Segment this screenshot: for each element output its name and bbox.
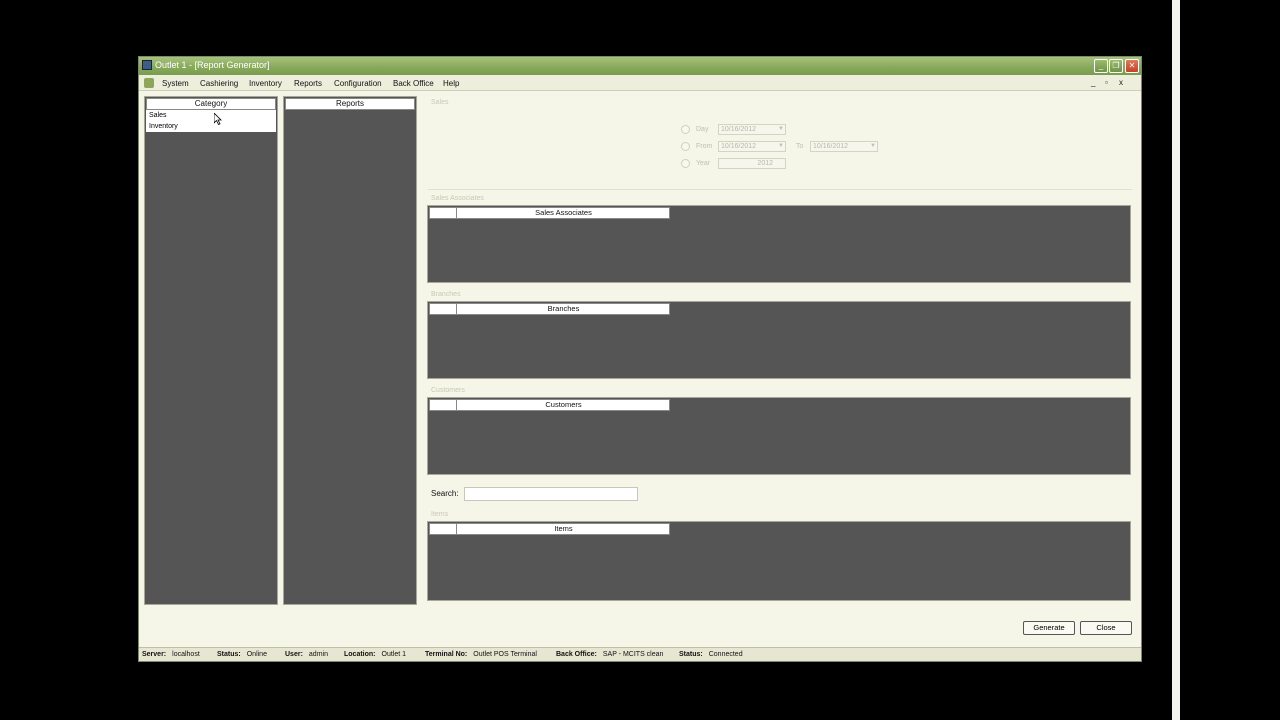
customers-group-label: Customers (431, 387, 465, 394)
items-group-label: Items (431, 511, 449, 518)
day-date-picker[interactable]: 10/16/2012 ▼ (718, 124, 786, 135)
status-bar: Server: localhost Status: Online User: admi… (139, 647, 1141, 661)
year-value: 2012 (757, 160, 773, 167)
connection-value: Connected (708, 651, 743, 658)
menu-configuration[interactable]: Configuration (334, 79, 382, 88)
status-user: User: admin (285, 651, 328, 658)
status-server: Server: localhost (142, 651, 200, 658)
sales-associates-grid[interactable]: Sales Associates (427, 205, 1131, 283)
to-date-picker[interactable]: 10/16/2012 ▼ (810, 141, 878, 152)
customers-grid[interactable]: Customers (427, 397, 1131, 475)
category-list: Sales Inventory (146, 110, 276, 132)
items-column-header[interactable]: Items (458, 524, 669, 534)
chevron-down-icon: ▼ (870, 143, 876, 149)
row-selector-header (430, 524, 457, 534)
year-radio[interactable] (681, 159, 690, 168)
user-value: admin (308, 651, 328, 658)
day-radio[interactable] (681, 125, 690, 134)
menu-inventory[interactable]: Inventory (249, 79, 282, 88)
server-label: Server: (142, 651, 167, 658)
status-value: Online (246, 651, 267, 658)
menu-cashiering[interactable]: Cashiering (200, 79, 238, 88)
year-stepper[interactable]: 2012 (718, 158, 786, 169)
app-icon (142, 60, 152, 70)
category-panel: Category Sales Inventory (144, 96, 278, 605)
server-value: localhost (172, 651, 200, 658)
day-date-value: 10/16/2012 (721, 126, 757, 133)
category-item-inventory[interactable]: Inventory (146, 121, 276, 132)
connection-label: Status: (679, 651, 703, 658)
close-window-button[interactable]: ✕ (1125, 59, 1139, 73)
menu-help[interactable]: Help (443, 79, 459, 88)
mdi-restore-button[interactable]: ▫ (1105, 78, 1108, 87)
desktop-edge (1172, 0, 1180, 720)
day-label: Day (696, 126, 709, 133)
terminal-label: Terminal No: (425, 651, 468, 658)
from-radio[interactable] (681, 142, 690, 151)
menu-back-office[interactable]: Back Office (393, 79, 434, 88)
category-header: Category (146, 98, 276, 110)
sales-associates-grid-header: Sales Associates (429, 207, 670, 219)
reports-panel: Reports (283, 96, 417, 605)
reports-header: Reports (285, 98, 415, 110)
minimize-button[interactable]: _ (1094, 59, 1108, 73)
menu-system[interactable]: System (162, 79, 189, 88)
branches-column-header[interactable]: Branches (458, 304, 669, 314)
from-date-picker[interactable]: 10/16/2012 ▼ (718, 141, 786, 152)
status-location: Location: Outlet 1 (344, 651, 406, 658)
location-value: Outlet 1 (381, 651, 407, 658)
search-label: Search: (431, 489, 459, 498)
mdi-minimize-button[interactable]: _ (1091, 78, 1095, 87)
menu-reports[interactable]: Reports (294, 79, 322, 88)
title-bar[interactable]: Outlet 1 - [Report Generator] _ ❐ ✕ (139, 57, 1141, 75)
sales-associates-column-header[interactable]: Sales Associates (458, 208, 669, 218)
from-date-value: 10/16/2012 (721, 143, 757, 150)
chevron-down-icon: ▼ (778, 143, 784, 149)
sales-group-divider (428, 189, 1132, 190)
terminal-value: Outlet POS Terminal (473, 651, 537, 658)
branches-grid[interactable]: Branches (427, 301, 1131, 379)
window-title: Outlet 1 - [Report Generator] (155, 60, 270, 70)
to-date-value: 10/16/2012 (813, 143, 849, 150)
row-selector-header (430, 400, 457, 410)
mdi-close-button[interactable]: x (1119, 78, 1123, 87)
status-online: Status: Online (217, 651, 267, 658)
from-label: From (696, 143, 713, 150)
customers-column-header[interactable]: Customers (458, 400, 669, 410)
sales-associates-group-label: Sales Associates (431, 195, 484, 202)
items-grid-header: Items (429, 523, 670, 535)
row-selector-header (430, 304, 457, 314)
back-office-value: SAP - MCITS clean (602, 651, 664, 658)
close-button[interactable]: Close (1080, 621, 1132, 635)
to-label: To (796, 143, 804, 150)
menu-bar: System Cashiering Inventory Reports Conf… (139, 75, 1141, 91)
category-item-sales[interactable]: Sales (146, 110, 276, 121)
mouse-cursor-icon (214, 113, 222, 125)
status-connection: Status: Connected (679, 651, 743, 658)
maximize-button[interactable]: ❐ (1109, 59, 1123, 73)
branches-group-label: Branches (431, 291, 461, 298)
row-selector-header (430, 208, 457, 218)
sales-group-label: Sales (431, 99, 449, 106)
location-label: Location: (344, 651, 376, 658)
mdi-child-icon[interactable] (144, 78, 154, 88)
branches-grid-header: Branches (429, 303, 670, 315)
user-label: User: (285, 651, 303, 658)
status-terminal: Terminal No: Outlet POS Terminal (425, 651, 537, 658)
status-label: Status: (217, 651, 241, 658)
status-back-office: Back Office: SAP - MCITS clean (556, 651, 663, 658)
back-office-label: Back Office: (556, 651, 597, 658)
search-input[interactable] (464, 487, 638, 501)
year-label: Year (696, 160, 711, 167)
customers-grid-header: Customers (429, 399, 670, 411)
generate-button[interactable]: Generate (1023, 621, 1075, 635)
chevron-down-icon: ▼ (778, 126, 784, 132)
items-grid[interactable]: Items (427, 521, 1131, 601)
